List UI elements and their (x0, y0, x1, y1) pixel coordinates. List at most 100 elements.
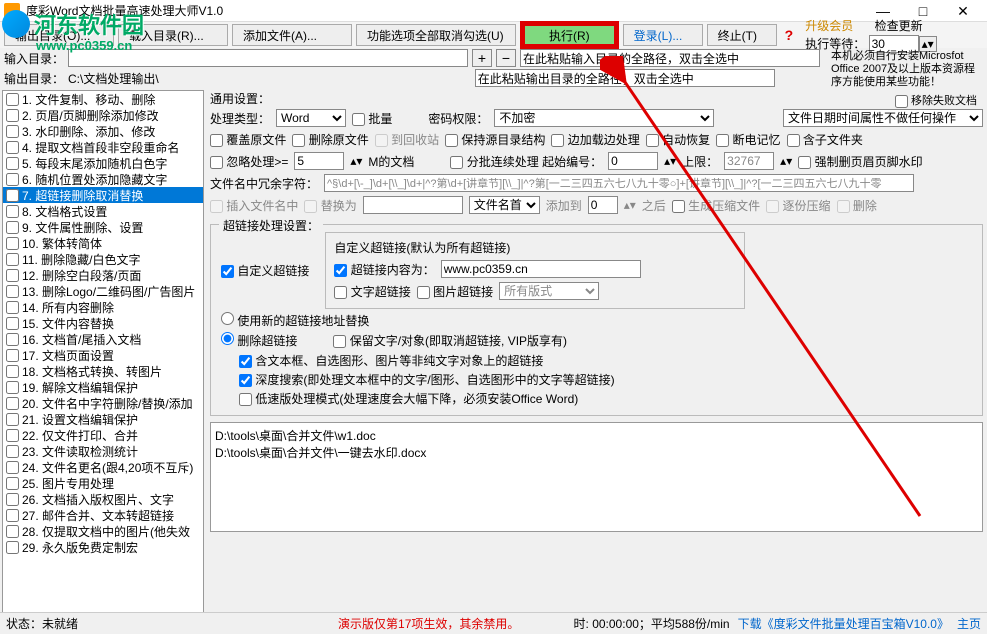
inc-textbox-cb[interactable]: 含文本框、自选图形、图片等非纯文字对象上的超链接 (239, 352, 543, 369)
sidebar-item-24[interactable]: 24. 文件名更名(跟4,20项不互斥) (3, 459, 203, 475)
status-value: 未就绪 (42, 615, 78, 632)
sidebar-item-27[interactable]: 27. 邮件合并、文本转超链接 (3, 507, 203, 523)
sidebar-item-9[interactable]: 9. 文件属性删除、设置 (3, 219, 203, 235)
deep-search-cb[interactable]: 深度搜索(即处理文本框中的文字/图形、自选图形中的文字等超链接) (239, 371, 615, 388)
help-icon[interactable]: ? (785, 27, 794, 43)
overwrite-cb[interactable]: 覆盖原文件 (210, 131, 286, 148)
del-orig-cb[interactable]: 删除原文件 (292, 131, 368, 148)
demo-notice: 演示版仅第17项生效，其余禁用。 (338, 615, 519, 632)
window-title: 度彩Word文档批量高速处理大师V1.0 (26, 2, 863, 19)
date-attr-select[interactable]: 文件日期时间属性不做任何操作 (783, 109, 983, 127)
home-link[interactable]: 主页 (957, 615, 981, 632)
fmt-select[interactable]: 所有版式 (499, 282, 599, 300)
img-link-cb[interactable]: 图片超链接 (417, 283, 493, 300)
breakpoint-cb[interactable]: 断电记忆 (716, 131, 780, 148)
add-to-val[interactable] (588, 196, 618, 214)
sidebar-item-29[interactable]: 29. 永久版免费定制宏 (3, 539, 203, 555)
auto-recover-cb[interactable]: 自动恢复 (646, 131, 710, 148)
proc-type-label: 处理类型： (210, 110, 270, 127)
output-dir-button[interactable]: 输出目录(O)... (4, 24, 114, 46)
insert-fname-cb[interactable]: 插入文件名中 (210, 197, 298, 214)
close-button[interactable]: ✕ (943, 1, 983, 21)
upper-val[interactable] (724, 152, 774, 170)
hyperlink-group-title: 超链接处理设置： (219, 217, 323, 234)
add-input-button[interactable]: + (472, 49, 492, 67)
redundant-input[interactable] (324, 174, 914, 192)
sidebar-item-6[interactable]: 6. 随机位置处添加隐藏文字 (3, 171, 203, 187)
sidebar-item-10[interactable]: 10. 繁体转简体 (3, 235, 203, 251)
sidebar-item-26[interactable]: 26. 文档插入版权图片、文字 (3, 491, 203, 507)
log-output[interactable]: D:\tools\桌面\合并文件\w1.doc D:\tools\桌面\合并文件… (210, 422, 983, 532)
copy-zip-cb[interactable]: 逐份压缩 (766, 197, 830, 214)
sidebar-item-4[interactable]: 4. 提取文档首段非空段重命名 (3, 139, 203, 155)
content-is-cb[interactable]: 超链接内容为： (334, 261, 434, 278)
force-hdr-cb[interactable]: 强制删页眉页脚水印 (798, 153, 922, 170)
sidebar-item-16[interactable]: 16. 文档首/尾插入文档 (3, 331, 203, 347)
add-file-button[interactable]: 添加文件(A)... (232, 24, 352, 46)
start-num[interactable] (608, 152, 658, 170)
ignore-val[interactable] (294, 152, 344, 170)
custom-link-cb[interactable]: 自定义超链接 (221, 262, 309, 279)
load-dir-button[interactable]: 载入目录(R)... (118, 24, 228, 46)
sidebar-item-5[interactable]: 5. 每段末尾添加随机白色字 (3, 155, 203, 171)
pwd-select[interactable]: 不加密 (494, 109, 714, 127)
include-sub-cb[interactable]: 含子文件夹 (787, 131, 863, 148)
spinner-icon[interactable]: ▴▾ (624, 198, 636, 212)
execute-button[interactable]: 执行(R) (523, 24, 616, 46)
text-link-cb[interactable]: 文字超链接 (334, 283, 410, 300)
stop-button[interactable]: 终止(T) (707, 24, 777, 46)
sidebar-item-11[interactable]: 11. 删除隐藏/白色文字 (3, 251, 203, 267)
sidebar-item-28[interactable]: 28. 仅提取文档中的图片(他失效 (3, 523, 203, 539)
input-dir-field[interactable] (68, 49, 468, 67)
uncheck-all-button[interactable]: 功能选项全部取消勾选(U) (356, 24, 516, 46)
output-dir-value: C:\文档处理输出\ (68, 70, 159, 87)
sidebar-item-14[interactable]: 14. 所有内容删除 (3, 299, 203, 315)
gen-zip-cb[interactable]: 生成压缩文件 (672, 197, 760, 214)
spinner-icon[interactable]: ▴▾ (780, 154, 792, 168)
upgrade-link[interactable]: 升级会员 (805, 19, 853, 33)
batch-cont-cb[interactable]: 分批连续处理 起始编号： (450, 153, 602, 170)
output-dir-hint[interactable] (475, 69, 775, 87)
sidebar-item-20[interactable]: 20. 文件名中字符删除/替换/添加 (3, 395, 203, 411)
sidebar-item-17[interactable]: 17. 文档页面设置 (3, 347, 203, 363)
fname-pos-select[interactable]: 文件名首 (469, 196, 540, 214)
del-link-radio[interactable]: 删除超链接 (221, 332, 297, 349)
sidebar-item-3[interactable]: 3. 水印删除、添加、修改 (3, 123, 203, 139)
sidebar-item-18[interactable]: 18. 文档格式转换、转图片 (3, 363, 203, 379)
link-content-input[interactable] (441, 260, 641, 278)
sidebar-item-22[interactable]: 22. 仅文件打印、合并 (3, 427, 203, 443)
sidebar-item-25[interactable]: 25. 图片专用处理 (3, 475, 203, 491)
batch-checkbox[interactable]: 批量 (352, 110, 392, 127)
sidebar-item-1[interactable]: 1. 文件复制、移动、删除 (3, 91, 203, 107)
spinner-icon[interactable]: ▴▾ (664, 154, 676, 168)
sidebar-item-19[interactable]: 19. 解除文档编辑保护 (3, 379, 203, 395)
status-time: 时: 00:00:00；平均588份/min (574, 615, 730, 632)
sidebar-item-12[interactable]: 12. 删除空白段落/页面 (3, 267, 203, 283)
low-speed-cb[interactable]: 低速版处理模式(处理速度会大幅下降，必须安装Office Word) (239, 390, 578, 407)
delete-cb[interactable]: 删除 (837, 197, 877, 214)
sidebar-item-23[interactable]: 23. 文件读取检测统计 (3, 443, 203, 459)
replace-input[interactable] (363, 196, 463, 214)
remove-fail-checkbox[interactable]: 移除失败文档 (895, 95, 977, 107)
recycle-cb[interactable]: 到回收站 (375, 131, 439, 148)
sidebar-item-8[interactable]: 8. 文档格式设置 (3, 203, 203, 219)
download-link[interactable]: 下载《度彩文件批量处理百宝箱V10.0》 (738, 615, 949, 632)
sidebar-item-7[interactable]: 7. 超链接删除取消替换 (3, 187, 203, 203)
keep-struct-cb[interactable]: 保持源目录结构 (445, 131, 545, 148)
ignore-cb[interactable]: 忽略处理>= (210, 153, 288, 170)
input-dir-hint[interactable] (520, 49, 820, 67)
sidebar-item-15[interactable]: 15. 文件内容替换 (3, 315, 203, 331)
login-button[interactable]: 登录(L)... (623, 24, 703, 46)
replace-as-cb[interactable]: 替换为 (304, 197, 356, 214)
function-list[interactable]: 1. 文件复制、移动、删除2. 页眉/页脚删除添加修改3. 水印删除、添加、修改… (2, 90, 204, 624)
proc-type-select[interactable]: Word (276, 109, 346, 127)
sidebar-item-2[interactable]: 2. 页眉/页脚删除添加修改 (3, 107, 203, 123)
edge-load-cb[interactable]: 边加载边处理 (551, 131, 639, 148)
check-update-link[interactable]: 检查更新 (875, 19, 923, 33)
sidebar-item-21[interactable]: 21. 设置文档编辑保护 (3, 411, 203, 427)
sidebar-item-13[interactable]: 13. 删除Logo/二维码图/广告图片 (3, 283, 203, 299)
spinner-icon[interactable]: ▴▾ (350, 154, 362, 168)
use-new-radio[interactable]: 使用新的超链接地址替换 (221, 312, 369, 329)
keep-text-cb[interactable]: 保留文字/对象(即取消超链接, VIP版享有) (333, 332, 567, 349)
remove-input-button[interactable]: − (496, 49, 516, 67)
